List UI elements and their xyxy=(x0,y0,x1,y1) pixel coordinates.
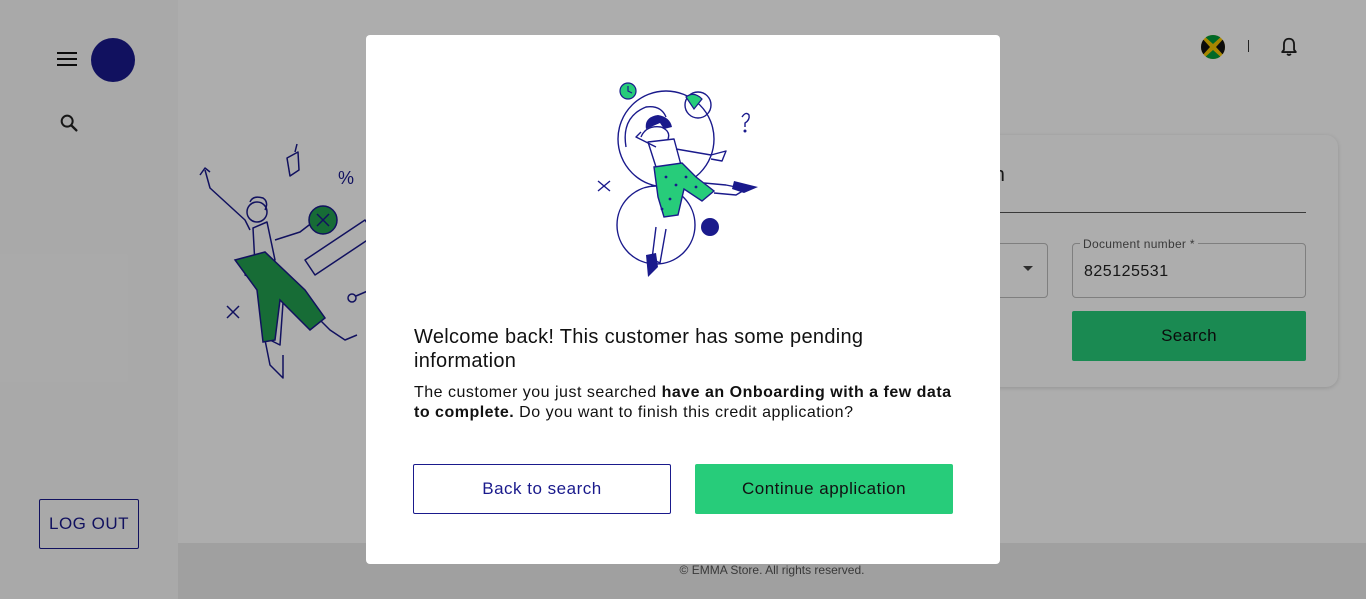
pending-info-dialog: Welcome back! This customer has some pen… xyxy=(366,35,1000,564)
continue-application-button[interactable]: Continue application xyxy=(695,464,953,514)
dialog-message: The customer you just searched have an O… xyxy=(414,383,964,423)
dialog-message-suffix: Do you want to finish this credit applic… xyxy=(514,404,854,421)
dialog-title: Welcome back! This customer has some pen… xyxy=(414,326,864,372)
back-to-search-button[interactable]: Back to search xyxy=(413,464,671,514)
dialog-message-prefix: The customer you just searched xyxy=(414,384,662,401)
person-kicking-ball-illustration xyxy=(597,82,758,277)
